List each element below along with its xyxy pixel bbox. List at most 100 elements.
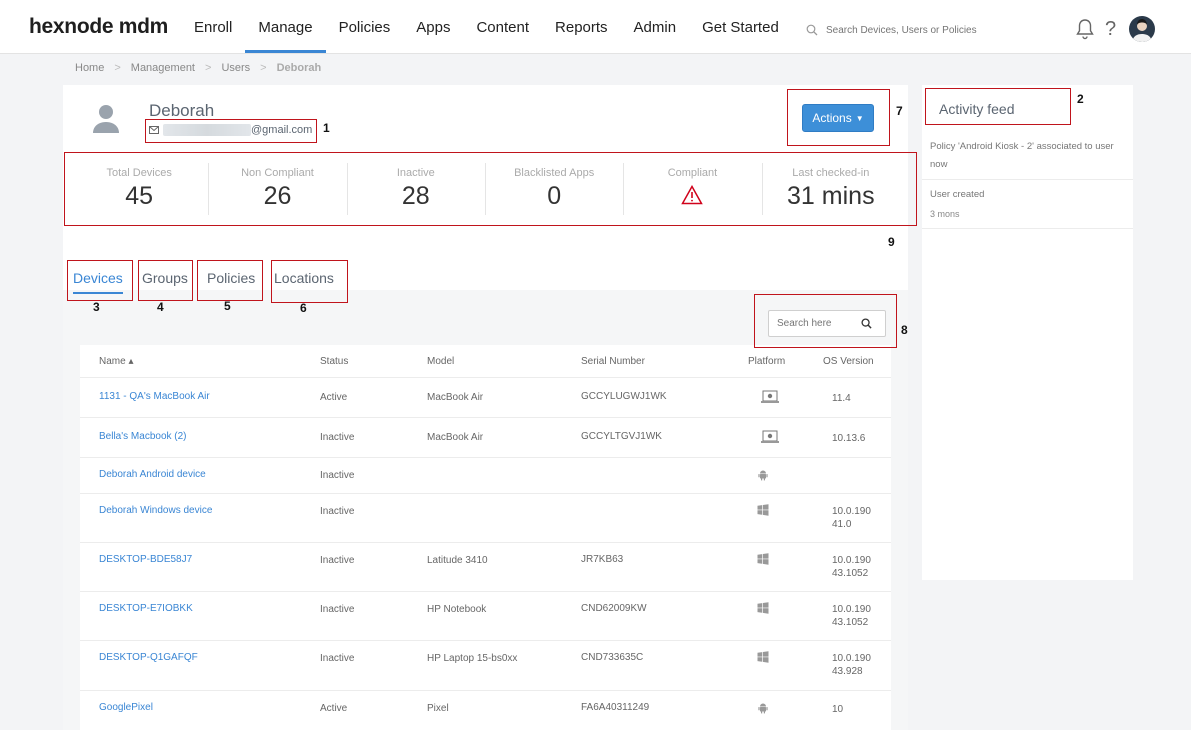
device-os-version: 10.13.6 [832, 433, 866, 444]
bell-icon[interactable] [1075, 18, 1095, 40]
nav-reports[interactable]: Reports [542, 0, 621, 54]
device-name-link[interactable]: GooglePixel [99, 702, 153, 713]
device-status: Inactive [320, 506, 355, 517]
column-header-serial[interactable]: Serial Number [581, 356, 645, 367]
device-name-link[interactable]: 1131 - QA's MacBook Air [99, 391, 210, 402]
device-status: Active [320, 703, 348, 714]
device-model: MacBook Air [427, 432, 484, 443]
device-model: Latitude 3410 [427, 555, 488, 566]
breadcrumb: Home > Management > Users > Deborah [75, 62, 331, 74]
nav-enroll[interactable]: Enroll [181, 0, 245, 54]
table-row[interactable] [80, 542, 891, 591]
device-os-version: 10.0.190 43.1052 [832, 555, 871, 579]
column-header-os-version[interactable]: OS Version [823, 356, 874, 367]
user-name: Deborah [149, 101, 215, 120]
device-model: Pixel [427, 703, 449, 714]
device-name-link[interactable]: Deborah Windows device [99, 505, 212, 516]
table-row[interactable] [80, 640, 891, 690]
android-platform-icon [757, 701, 769, 719]
global-search [806, 20, 1006, 40]
windows-platform-icon [757, 503, 769, 521]
annotation-number: 6 [300, 301, 307, 315]
device-serial: GCCYLTGVJ1WK [581, 431, 662, 442]
annotation-number: 1 [323, 121, 330, 135]
breadcrumb-current: Deborah [276, 62, 322, 74]
device-os-version: 11.4 [832, 393, 851, 404]
annotation-box-search [754, 294, 897, 348]
device-status: Inactive [320, 555, 355, 566]
column-header-model[interactable]: Model [427, 356, 454, 367]
nav-manage[interactable]: Manage [245, 0, 326, 54]
hexnode-logo[interactable]: hexnode mdm [29, 15, 168, 39]
column-header-name[interactable]: Name ▴ [99, 356, 133, 367]
device-serial: JR7KB63 [581, 554, 624, 565]
device-serial: FA6A40311249 [581, 702, 650, 713]
annotation-box-policies-tab [197, 260, 263, 301]
device-status: Inactive [320, 653, 355, 664]
activity-text: User created [930, 189, 985, 200]
device-name-link[interactable]: Bella's Macbook (2) [99, 431, 187, 442]
column-header-platform: Platform [748, 356, 786, 367]
activity-time: 3 mons [930, 209, 960, 219]
device-os-version: 10.0.190 43.928 [832, 653, 871, 677]
windows-platform-icon [757, 601, 769, 619]
windows-platform-icon [757, 650, 769, 668]
breadcrumb-separator: > [205, 62, 212, 74]
nav-content[interactable]: Content [463, 0, 542, 54]
table-row[interactable] [80, 591, 891, 640]
annotation-box-locations-tab [271, 260, 348, 303]
annotation-number: 9 [888, 235, 895, 249]
table-row[interactable] [80, 493, 891, 542]
annotation-box-activity [925, 88, 1071, 125]
device-name-link[interactable]: DESKTOP-E7IOBKK [99, 603, 193, 614]
device-serial: GCCYLUGWJ1WK [581, 391, 667, 402]
search-icon [806, 24, 818, 36]
global-search-input[interactable] [826, 24, 1001, 36]
top-icons: ? [1075, 16, 1155, 42]
breadcrumb-home[interactable]: Home [75, 62, 104, 74]
mac-platform-icon [760, 430, 780, 449]
annotation-number: 2 [1077, 92, 1084, 106]
device-serial: CND733635C [581, 652, 644, 663]
main-nav: Enroll Manage Policies Apps Content Repo… [181, 0, 792, 54]
breadcrumb-users[interactable]: Users [221, 62, 250, 74]
nav-apps[interactable]: Apps [403, 0, 463, 54]
nav-get-started[interactable]: Get Started [689, 0, 792, 54]
table-row[interactable] [80, 690, 891, 726]
annotation-box-stats [64, 152, 917, 226]
device-serial: CND62009KW [581, 603, 647, 614]
annotation-box-actions [787, 89, 890, 146]
device-status: Active [320, 392, 348, 403]
column-header-status[interactable]: Status [320, 356, 348, 367]
device-name-link[interactable]: DESKTOP-Q1GAFQF [99, 652, 198, 663]
annotation-number: 3 [93, 300, 100, 314]
top-navigation-bar: hexnode mdm Enroll Manage Policies Apps … [0, 0, 1191, 54]
annotation-box-groups-tab [138, 260, 193, 301]
annotation-number: 5 [224, 299, 231, 313]
annotation-number: 7 [896, 104, 903, 118]
breadcrumb-separator: > [260, 62, 267, 74]
device-os-version: 10 [832, 704, 844, 715]
breadcrumb-management[interactable]: Management [131, 62, 195, 74]
annotation-number: 8 [901, 323, 908, 337]
device-name-link[interactable]: Deborah Android device [99, 469, 206, 480]
activity-text: Policy 'Android Kiosk - 2' associated to… [930, 141, 1114, 170]
annotation-number: 4 [157, 300, 164, 314]
nav-policies[interactable]: Policies [326, 0, 404, 54]
android-platform-icon [757, 468, 769, 486]
annotation-box-devices-tab [67, 260, 133, 301]
breadcrumb-separator: > [114, 62, 121, 74]
device-model: HP Notebook [427, 604, 487, 615]
device-os-version: 10.0.190 43.1052 [832, 604, 871, 628]
device-status: Inactive [320, 604, 355, 615]
device-status: Inactive [320, 470, 355, 481]
help-icon[interactable]: ? [1105, 18, 1119, 41]
device-os-version: 10.0.190 41.0 [832, 506, 871, 530]
profile-avatar[interactable] [1129, 16, 1155, 42]
nav-admin[interactable]: Admin [621, 0, 690, 54]
annotation-box-email [145, 119, 317, 143]
device-model: HP Laptop 15-bs0xx [427, 653, 518, 664]
device-model: MacBook Air [427, 392, 484, 403]
windows-platform-icon [757, 552, 769, 570]
device-name-link[interactable]: DESKTOP-BDE58J7 [99, 554, 192, 565]
